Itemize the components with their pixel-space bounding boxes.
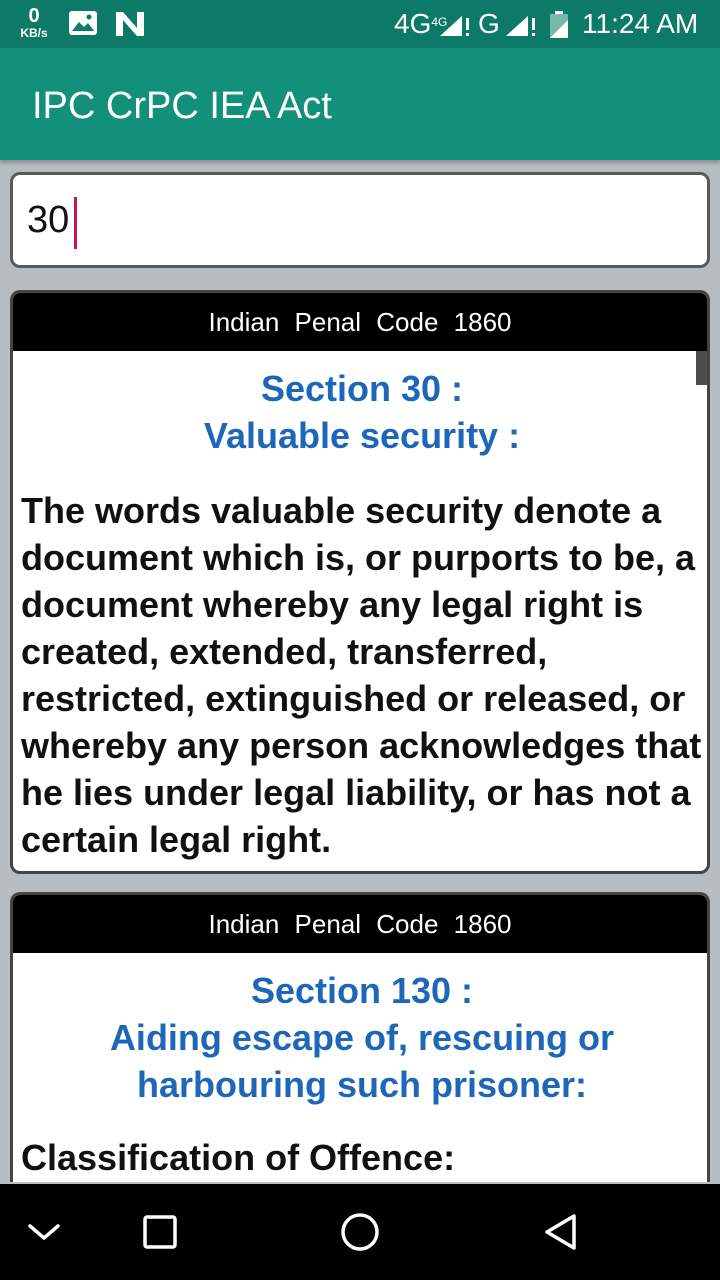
status-bar: 0 KB/s 4G4G G 11:24 AM xyxy=(0,0,720,48)
recents-button[interactable] xyxy=(136,1208,184,1256)
section-number: Section 30 : xyxy=(260,368,464,409)
section-text: Classification of Offence: xyxy=(21,1137,456,1178)
network-type-2: G xyxy=(478,8,500,39)
signal-icon xyxy=(440,16,469,36)
n-notification-icon xyxy=(116,12,144,36)
network-speed: 0 KB/s xyxy=(14,6,54,39)
navigation-bar xyxy=(0,1184,720,1280)
section-title: Aiding escape of, rescuing or harbouring… xyxy=(109,1017,615,1105)
chevron-down-icon xyxy=(28,1224,60,1240)
app-bar: IPC CrPC IEA Act xyxy=(0,48,720,160)
result-card-body: Section 30 : Valuable security : The wor… xyxy=(13,351,707,863)
text-caret xyxy=(74,197,77,249)
back-triangle-icon xyxy=(545,1214,576,1250)
network-type-1-label: 4G xyxy=(394,8,432,39)
result-card[interactable]: Indian Penal Code 1860 Section 30 : Valu… xyxy=(10,290,710,874)
app-title: IPC CrPC IEA Act xyxy=(32,85,332,127)
section-number: Section 130 : xyxy=(250,970,474,1011)
signal-icon xyxy=(506,16,535,36)
section-title: Valuable security : xyxy=(203,415,521,456)
image-icon xyxy=(69,11,97,35)
section-text: The words valuable security denote a doc… xyxy=(21,490,702,860)
home-circle-icon xyxy=(341,1213,379,1251)
result-card-header: Indian Penal Code 1860 xyxy=(13,293,707,351)
network-speed-unit: KB/s xyxy=(20,26,48,40)
back-button[interactable] xyxy=(536,1208,584,1256)
battery-icon xyxy=(550,11,568,38)
result-card-body: Section 130 : Aiding escape of, rescuing… xyxy=(13,953,707,1181)
recents-square-icon xyxy=(143,1215,177,1249)
hide-keyboard-button[interactable] xyxy=(20,1208,68,1256)
clock: 11:24 AM xyxy=(582,8,699,39)
search-box[interactable] xyxy=(10,172,710,268)
result-card[interactable]: Indian Penal Code 1860 Section 130 : Aid… xyxy=(10,892,710,1182)
search-input[interactable] xyxy=(27,191,687,249)
home-button[interactable] xyxy=(336,1208,384,1256)
network-speed-value: 0 xyxy=(28,5,40,27)
result-card-header: Indian Penal Code 1860 xyxy=(13,895,707,953)
scrollbar-thumb[interactable] xyxy=(696,351,707,385)
